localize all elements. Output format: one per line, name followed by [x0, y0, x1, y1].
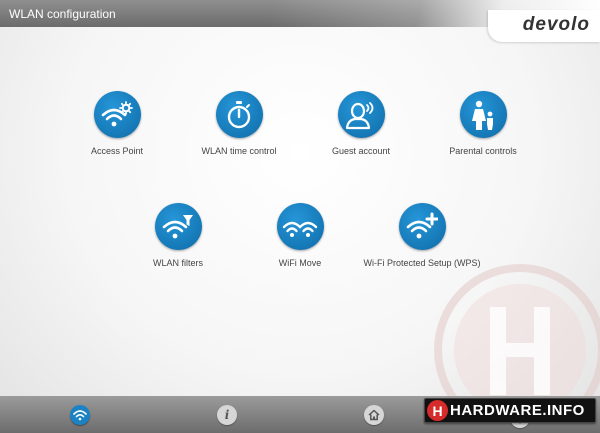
hardware-info-watermark: H HARDWARE.INFO — [424, 398, 596, 423]
tile-wlan-filters[interactable]: WLAN filters — [108, 203, 248, 269]
wifi-icon — [73, 410, 87, 421]
wifi-plus-icon — [398, 203, 446, 250]
tile-label: Wi-Fi Protected Setup (WPS) — [363, 258, 481, 268]
parent-child-icon — [459, 91, 507, 138]
tile-wps[interactable]: Wi-Fi Protected Setup (WPS) — [352, 203, 492, 269]
tile-guest-account[interactable]: Guest account — [291, 91, 431, 157]
nav-info-button[interactable]: i — [217, 405, 237, 425]
info-icon: i — [224, 408, 230, 422]
tile-wlan-time-control[interactable]: WLAN time control — [169, 91, 309, 157]
logo-tab: devolo — [488, 10, 600, 42]
tile-label: Guest account — [331, 146, 391, 156]
nav-wifi-button[interactable] — [70, 405, 90, 425]
watermark-logo-icon: H — [427, 400, 448, 421]
devolo-logo: devolo — [522, 14, 590, 35]
tile-access-point[interactable]: Access Point — [47, 91, 187, 157]
home-icon — [368, 409, 380, 421]
tile-parental-controls[interactable]: Parental controls — [413, 91, 553, 157]
window-title: WLAN configuration — [9, 7, 116, 21]
watermark-text: HARDWARE.INFO — [450, 402, 585, 419]
tile-label: WiFi Move — [278, 258, 322, 268]
guest-user-icon — [337, 91, 385, 138]
wifi-gear-icon — [93, 91, 141, 138]
wifi-filter-icon — [154, 203, 202, 250]
nav-home-button[interactable] — [364, 405, 384, 425]
tile-label: WLAN filters — [152, 258, 203, 268]
stopwatch-icon — [215, 91, 263, 138]
tile-wifi-move[interactable]: WiFi Move — [230, 203, 370, 269]
tile-label: WLAN time control — [201, 146, 277, 156]
tile-label: Parental controls — [449, 146, 517, 156]
wifi-move-icon — [276, 203, 324, 250]
tile-label: Access Point — [90, 146, 144, 156]
